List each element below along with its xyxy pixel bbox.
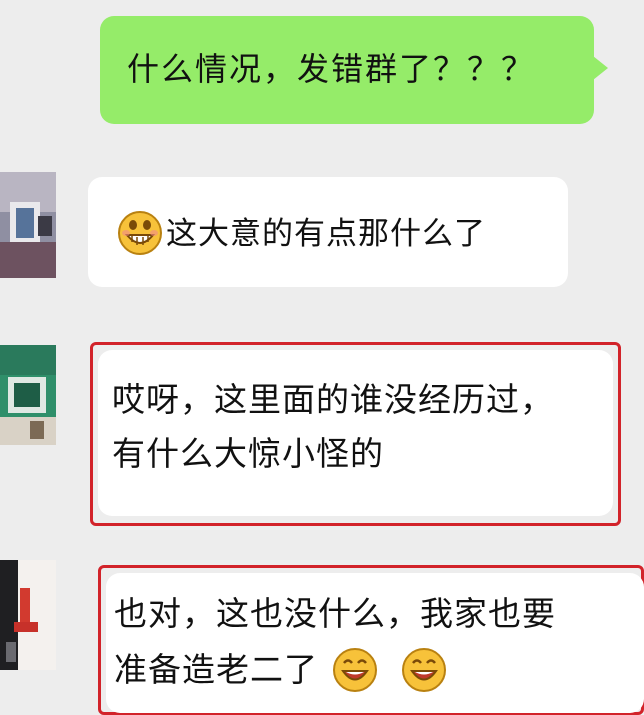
message-text: 什么情况，发错群了？？？ (127, 50, 536, 88)
message-bubble-outgoing[interactable]: 什么情况，发错群了？？？ (100, 16, 608, 124)
avatar-1[interactable] (0, 172, 56, 278)
message-line: 也对，这也没什么，我家也要 (114, 594, 556, 633)
grin-emoji (118, 210, 162, 255)
message-text: 这大意的有点那什么了 (166, 216, 486, 252)
message-line: 有什么大惊小怪的 (112, 434, 384, 473)
bubble-tail (593, 56, 608, 80)
message-line: 哎呀，这里面的谁没经历过， (112, 380, 554, 419)
message-line: 准备造老二了 (114, 650, 318, 689)
smile-emoji (332, 647, 377, 692)
avatar-2[interactable] (0, 345, 56, 445)
avatar-3[interactable] (0, 560, 56, 670)
message-bubble-incoming[interactable]: 也对，这也没什么，我家也要 准备造老二了 (106, 573, 644, 713)
message-bubble-incoming[interactable]: 这大意的有点那什么了 (88, 177, 568, 287)
smile-emoji (401, 647, 446, 692)
message-bubble-incoming[interactable]: 哎呀，这里面的谁没经历过， 有什么大惊小怪的 (98, 350, 613, 516)
